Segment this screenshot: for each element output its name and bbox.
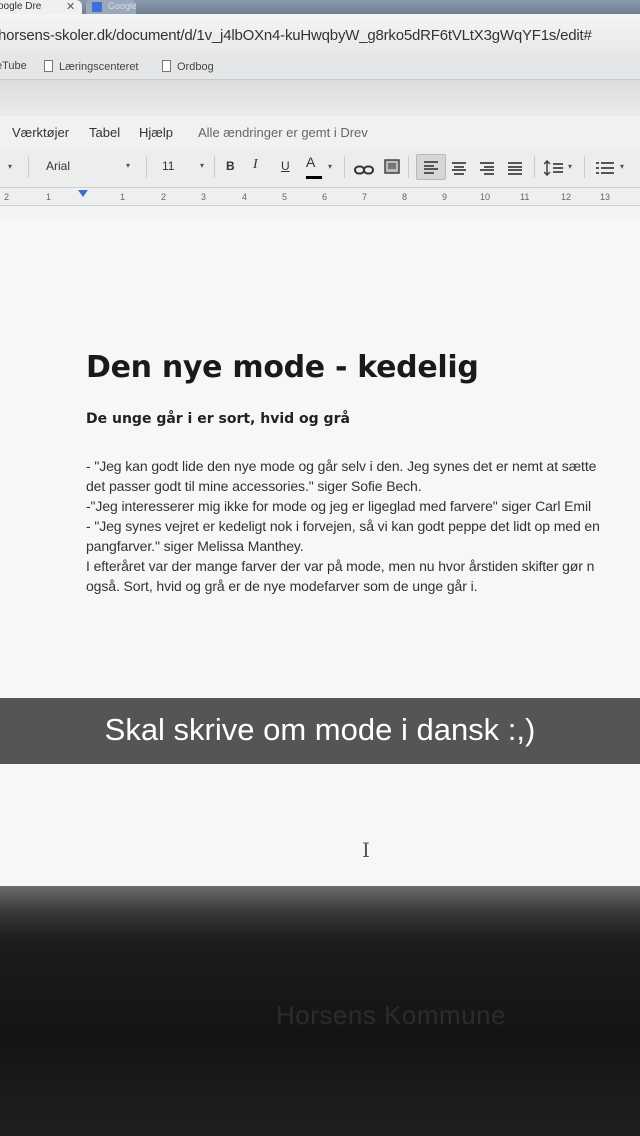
ruler-tick: 11	[520, 192, 530, 202]
style-dropdown-caret-icon[interactable]: ▾	[8, 162, 12, 171]
document-text-line[interactable]: I efteråret var der mange farver der var…	[86, 558, 594, 574]
ruler-tick: 3	[201, 192, 207, 202]
document-text-line[interactable]: pangfarver." siger Melissa Manthey.	[86, 538, 304, 554]
text-cursor-icon: I	[362, 838, 370, 862]
docs-header	[0, 80, 640, 116]
document-text-line[interactable]: -"Jeg interesserer mig ikke for mode og …	[86, 498, 591, 514]
font-family-select[interactable]: Arial ▾	[38, 156, 134, 178]
italic-button[interactable]: I	[253, 157, 258, 173]
bookmark-ordbog[interactable]: Ordbog	[162, 60, 214, 73]
document-subtitle[interactable]: De unge går i er sort, hvid og grå	[86, 411, 350, 427]
toolbar-divider	[146, 156, 147, 178]
bookmarks-bar: eTube Læringscenteret Ordbog	[0, 54, 640, 80]
bookmark-label: Ordbog	[177, 61, 214, 73]
align-left-button[interactable]	[416, 154, 446, 180]
bookmark-laeringscenteret[interactable]: Læringscenteret	[44, 60, 139, 73]
chevron-down-icon: ▾	[199, 161, 204, 170]
align-center-icon[interactable]	[452, 162, 466, 175]
ruler-tick: 2	[161, 192, 167, 202]
save-status: Alle ændringer er gemt i Drev	[198, 125, 368, 140]
align-left-icon	[424, 161, 438, 174]
page-icon	[44, 60, 53, 72]
page-icon	[162, 60, 171, 72]
ruler-tick: 2	[4, 192, 10, 202]
ruler-tick: 4	[242, 192, 248, 202]
document-text-line[interactable]: også. Sort, hvid og grå er de nye modefa…	[86, 578, 477, 594]
align-justify-icon[interactable]	[508, 162, 522, 175]
caption-overlay: Skal skrive om mode i dansk :,)	[0, 698, 640, 764]
tab-close-icon[interactable]: ✕	[66, 0, 75, 13]
underline-button[interactable]: U	[281, 159, 290, 173]
align-right-icon[interactable]	[480, 162, 494, 175]
document-text-line[interactable]: - "Jeg synes vejret er kedeligt nok i fo…	[86, 518, 600, 534]
ruler-tick: 1	[120, 192, 126, 202]
indent-marker-icon[interactable]	[78, 190, 88, 197]
menu-hjaelp[interactable]: Hjælp	[139, 125, 173, 140]
tab-title: oogle Dre	[0, 1, 42, 12]
ruler-tick: 10	[480, 192, 491, 202]
toolbar-divider	[28, 156, 29, 178]
docs-menubar: Værktøjer Tabel Hjælp Alle ændringer er …	[0, 116, 640, 148]
ruler-tick: 9	[442, 192, 448, 202]
bookmark-youtube[interactable]: eTube	[0, 60, 27, 72]
ruler-tick: 6	[322, 192, 328, 202]
tab-title: Google	[108, 1, 136, 11]
chevron-down-icon: ▾	[125, 161, 130, 170]
document-canvas: Den nye mode - kedelig De unge går i er …	[0, 206, 640, 886]
bookmark-label: Læringscenteret	[59, 61, 139, 73]
document-page[interactable]: Den nye mode - kedelig De unge går i er …	[0, 220, 640, 886]
font-size-value: 11	[162, 159, 175, 173]
document-text-line[interactable]: det passer godt til mine accessories." s…	[86, 478, 422, 494]
ruler-tick: 7	[362, 192, 368, 202]
insert-comment-icon[interactable]	[384, 159, 400, 180]
text-color-button[interactable]: A	[306, 154, 322, 179]
ruler-tick: 5	[282, 192, 288, 202]
menu-vaerktojer[interactable]: Værktøjer	[12, 125, 69, 140]
chevron-down-icon[interactable]: ▾	[328, 162, 332, 171]
browser-tab-google[interactable]: Google	[86, 0, 136, 14]
monitor-brand-label: Horsens Kommune	[276, 1000, 507, 1030]
ruler-tick: 12	[561, 192, 572, 202]
document-title[interactable]: Den nye mode - kedelig	[86, 350, 479, 385]
toolbar-divider	[214, 156, 215, 178]
toolbar-divider	[584, 156, 585, 178]
chevron-down-icon[interactable]: ▾	[568, 162, 572, 171]
browser-tab-strip: oogle Dre ✕ Google	[0, 0, 640, 14]
google-favicon-icon	[92, 2, 102, 12]
font-family-value: Arial	[46, 159, 71, 173]
menu-tabel[interactable]: Tabel	[89, 125, 120, 140]
text-color-swatch	[306, 176, 322, 179]
font-size-select[interactable]: 11 ▾	[154, 156, 208, 178]
bold-button[interactable]: B	[226, 159, 235, 173]
document-ruler: 2 1 1 2 3 4 5 6 7 8 9 10 11 12 13	[0, 188, 640, 206]
document-text-line[interactable]: - "Jeg kan godt lide den nye mode og går…	[86, 458, 596, 474]
numbered-list-icon[interactable]	[596, 160, 614, 181]
caption-text: Skal skrive om mode i dansk :,)	[104, 712, 536, 747]
text-color-letter: A	[306, 154, 316, 170]
docs-toolbar: ▾ Arial ▾ 11 ▾ B I U A ▾ ▾ ▾	[0, 148, 640, 188]
toolbar-divider	[344, 156, 345, 178]
address-bar-url[interactable]: horsens-skoler.dk/document/d/1v_j4lbOXn4…	[0, 27, 592, 44]
ruler-tick: 13	[600, 192, 611, 202]
ruler-tick: 1	[46, 192, 52, 202]
chevron-down-icon[interactable]: ▾	[620, 162, 624, 171]
toolbar-divider	[534, 156, 535, 178]
toolbar-divider	[408, 156, 409, 178]
bookmark-label: eTube	[0, 60, 27, 72]
link-icon[interactable]	[354, 162, 374, 180]
browser-tab-docs[interactable]: oogle Dre ✕	[0, 0, 82, 14]
line-spacing-icon[interactable]	[543, 159, 564, 181]
ruler-tick: 8	[402, 192, 408, 202]
